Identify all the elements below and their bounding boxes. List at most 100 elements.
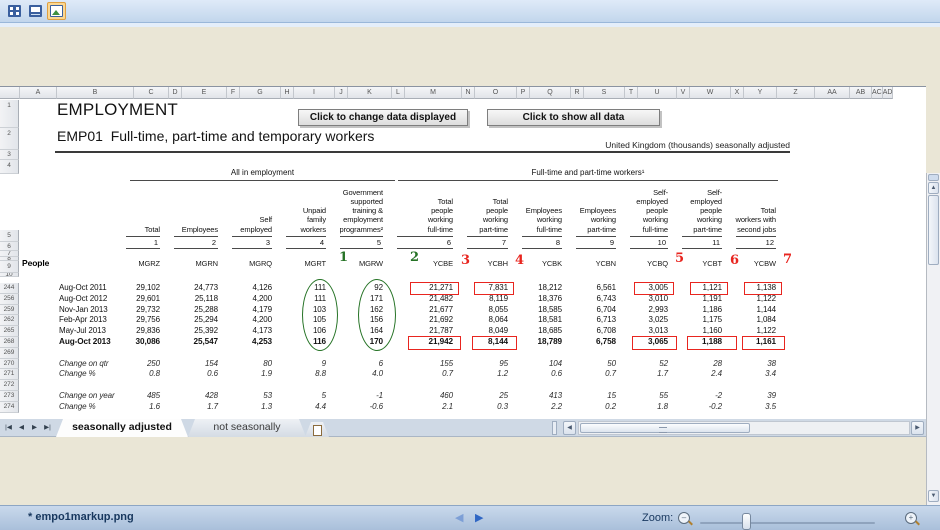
row-number: 274 [0,402,19,413]
data-cell: 4,200 [218,294,272,305]
row-number: 272 [0,380,19,391]
column-number-row: 123456789101112 [112,236,776,249]
row-number: 4 [0,160,19,174]
data-cell: 8,119 [453,294,508,305]
column-letter: A [20,87,57,99]
viewer-statusbar: * empo1markup.png ◀ ▶ Zoom: – + [0,505,940,530]
insert-worksheet-tab[interactable] [305,422,329,437]
row-number: 3 [0,150,19,160]
column-header: Unpaid family workers [272,206,326,235]
data-cell: 18,376 [508,294,562,305]
tab-not-seasonally-adjusted[interactable]: not seasonally adjusted [188,419,306,437]
data-cell: 55 [616,391,668,402]
table-row: Change on year485428535-1460254131555-23… [20,391,776,402]
data-cell: 2,993 [616,305,668,316]
prev-sheet-icon[interactable]: ◀ [15,421,28,435]
data-cell: 29,732 [112,305,160,316]
scroll-right-icon[interactable]: ▶ [911,421,924,435]
table-row: Change %1.61.71.34.4-0.62.10.32.20.21.8-… [20,402,776,413]
image-view-icon[interactable] [47,2,66,20]
series-code: MGRZ [112,257,160,270]
thumbnails-view-icon[interactable] [5,2,24,20]
data-cell: 6 [326,359,383,370]
data-cell: 18,212 [508,283,562,294]
zoom-in-icon[interactable]: + [905,512,917,524]
next-image-icon[interactable]: ▶ [475,511,483,524]
change-data-button[interactable]: Click to change data displayed [298,109,468,126]
tab-split-handle[interactable] [552,421,557,435]
image-viewer-window: { "viewer": { "toolbar_icons": [ {"name"… [0,0,940,530]
data-cell: 1,122 [722,294,776,305]
green-ellipse-annotation [302,279,338,351]
row-label: Feb-Apr 2013 [20,315,112,326]
picture-glyph-icon [50,5,63,17]
row-number: 256 [0,294,19,305]
column-letter: H [281,87,294,99]
column-number-cell: 12 [722,236,776,249]
last-sheet-icon[interactable]: ▶| [41,421,54,435]
column-letter: AB [850,87,872,99]
data-cell: 428 [160,391,218,402]
data-cell: 50 [562,359,616,370]
viewer-toolbar [0,0,940,23]
column-letter: U [638,87,677,99]
data-cell: 25 [453,391,508,402]
column-header: Total people working full-time [383,197,453,235]
data-cell: 8,055 [453,305,508,316]
data-cell: 3,025 [616,315,668,326]
data-cell: 0.6 [160,369,218,380]
series-code: MGRT [272,257,326,270]
red-box-annotation [744,282,782,295]
data-cell: 29,756 [112,315,160,326]
data-cell: 4,173 [218,326,272,337]
data-cell: 25,547 [160,337,218,348]
data-cell: 80 [218,359,272,370]
row-label: Nov-Jan 2013 [20,305,112,316]
data-cell: -1 [326,391,383,402]
column-letter: AA [815,87,850,99]
next-sheet-icon[interactable]: ▶ [28,421,41,435]
row-label: Change on year [20,391,112,402]
zoom-slider-thumb[interactable] [742,513,751,530]
vertical-scrollbar[interactable]: ▲ ▼ [926,173,940,505]
data-cell: 413 [508,391,562,402]
column-letter: O [475,87,517,99]
column-letter: D [169,87,182,99]
column-number-cell: 1 [112,236,160,249]
row-label: Aug-Oct 2012 [20,294,112,305]
data-cell: 8,064 [453,315,508,326]
data-cell: 4,179 [218,305,272,316]
zoom-slider-track[interactable] [700,522,875,524]
show-all-data-button[interactable]: Click to show all data [487,109,660,126]
new-sheet-icon [313,425,322,436]
table-row: Feb-Apr 201329,75625,2944,20010515621,69… [20,315,776,326]
zoom-label: Zoom: [642,512,673,524]
sheet-subtitle: EMP01 Full-time, part-time and temporary… [57,128,374,144]
annotation-number: 6 [730,254,739,267]
horizontal-scrollbar[interactable] [578,421,910,435]
data-cell: 104 [508,359,562,370]
column-header: Total workers with second jobs [722,206,776,235]
select-all-corner[interactable] [0,87,20,99]
horizontal-scroll-thumb[interactable] [580,423,750,433]
slideshow-view-icon[interactable] [26,2,45,20]
data-cell: 4,253 [218,337,272,348]
spreadsheet-image: ABCDEFGHIJKLMNOPQRSTUVWXYZAAABACAD 12345… [0,86,926,420]
first-sheet-icon[interactable]: |◀ [2,421,15,435]
annotation-number: 1 [339,251,348,264]
data-cell: 1.2 [453,369,508,380]
scroll-down-icon[interactable]: ▼ [928,490,939,502]
previous-image-icon[interactable]: ◀ [455,511,463,524]
scroll-up-icon[interactable]: ▲ [928,182,939,194]
vertical-scroll-thumb[interactable] [928,195,939,265]
column-number-cell: 3 [218,236,272,249]
data-cell: 1,175 [668,315,722,326]
red-box-annotation [742,336,785,350]
data-cell: 1.7 [160,402,218,413]
vertical-split-handle[interactable] [928,174,939,181]
column-number-cell: 9 [562,236,616,249]
scroll-left-icon[interactable]: ◀ [563,421,576,435]
column-number-cell: 8 [508,236,562,249]
tab-seasonally-adjusted[interactable]: seasonally adjusted [56,419,188,437]
zoom-out-icon[interactable]: – [678,512,690,524]
